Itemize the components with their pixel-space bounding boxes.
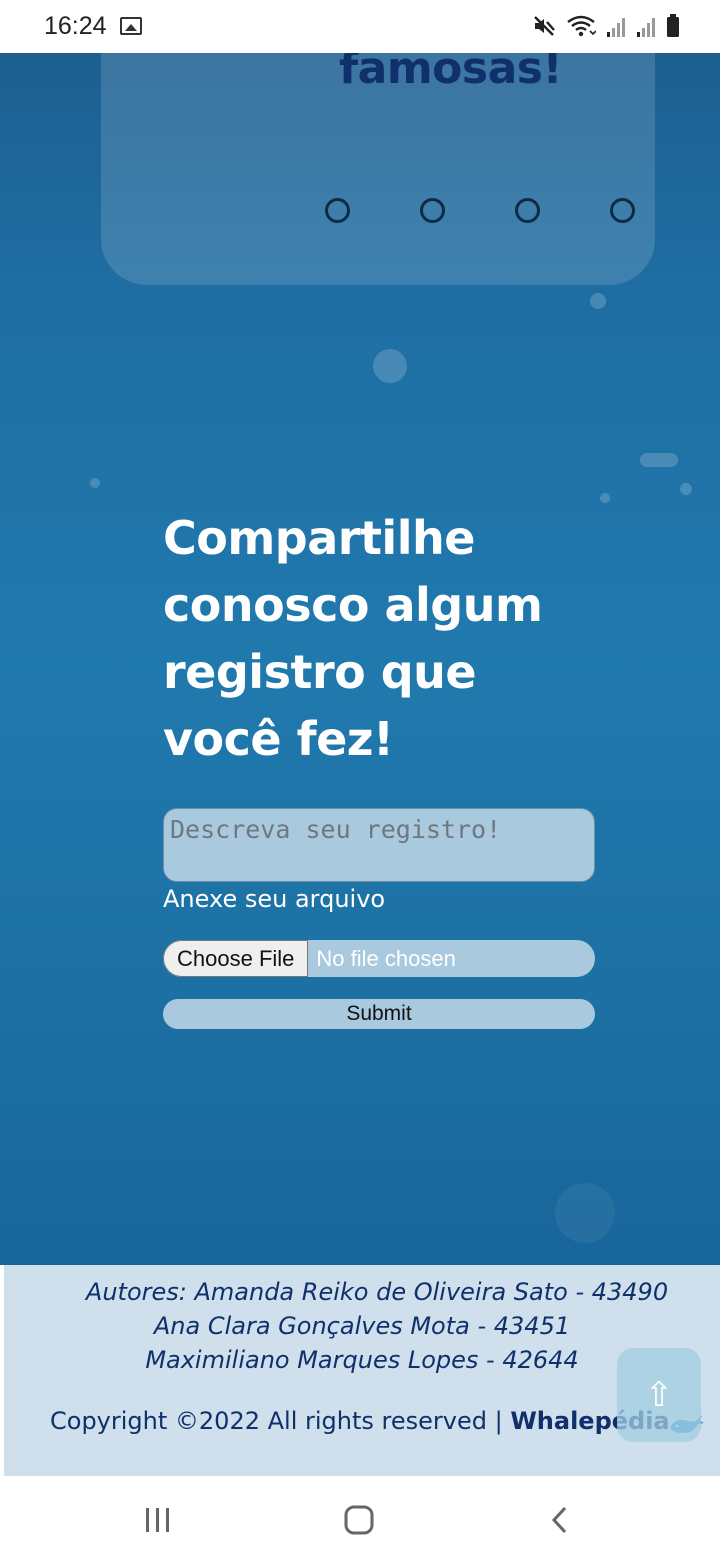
bubble-decoration <box>90 478 100 488</box>
description-textarea[interactable] <box>163 808 595 882</box>
wifi-icon <box>567 15 596 37</box>
copyright: Copyright ©2022 All rights reserved | Wh… <box>50 1407 670 1435</box>
status-bar: 16:24 <box>0 0 720 53</box>
signal-icon <box>607 18 625 37</box>
bubble-decoration <box>600 493 610 503</box>
share-heading-line: Compartilhe <box>163 511 475 565</box>
navigation-bar <box>0 1476 720 1560</box>
carousel-card: famosas! <box>101 53 655 285</box>
carousel-dot[interactable] <box>420 198 445 223</box>
share-heading-line: você fez! <box>163 712 394 766</box>
bubble-decoration <box>680 483 692 495</box>
choose-file-button[interactable]: Choose File <box>163 940 309 977</box>
bubble-decoration <box>555 1183 615 1243</box>
carousel-dot[interactable] <box>325 198 350 223</box>
arrow-up-icon: ⇧ <box>644 1375 674 1415</box>
battery-icon <box>667 14 679 37</box>
attach-file-label: Anexe seu arquivo <box>163 885 386 913</box>
carousel-title: famosas! <box>339 53 563 94</box>
bubble-decoration <box>590 293 606 309</box>
carousel-dots <box>325 198 635 223</box>
image-icon <box>120 17 142 35</box>
back-button[interactable] <box>535 1500 585 1540</box>
footer: Autores: Amanda Reiko de Oliveira Sato -… <box>4 1265 720 1476</box>
submit-button[interactable]: Submit <box>163 999 595 1029</box>
share-heading-line: conosco algum <box>163 578 543 632</box>
share-heading-line: registro que <box>163 645 477 699</box>
share-heading: Compartilhe conosco algum registro que v… <box>163 505 583 773</box>
back-to-top-button[interactable]: ⇧ <box>617 1348 701 1442</box>
status-icons <box>532 14 680 38</box>
copyright-text: Copyright ©2022 All rights reserved | <box>50 1407 511 1435</box>
mute-icon <box>534 16 555 36</box>
status-time: 16:24 <box>44 12 107 40</box>
author-line: Autores: Amanda Reiko de Oliveira Sato -… <box>85 1278 669 1306</box>
back-icon <box>551 1506 567 1534</box>
recent-apps-button[interactable] <box>133 1500 183 1540</box>
carousel-dot[interactable] <box>610 198 635 223</box>
file-status-text: No file chosen <box>316 945 456 971</box>
authors-block: Autores: Amanda Reiko de Oliveira Sato -… <box>4 1275 720 1377</box>
signal-icon <box>637 18 655 37</box>
author-line: Maximiliano Marques Lopes - 42644 <box>145 1346 579 1374</box>
bubble-decoration <box>640 453 678 467</box>
recent-apps-icon <box>146 1508 169 1532</box>
author-line: Ana Clara Gonçalves Mota - 43451 <box>153 1312 571 1340</box>
carousel-dot[interactable] <box>515 198 540 223</box>
home-button[interactable] <box>334 1500 384 1540</box>
file-input[interactable]: Choose File No file chosen <box>163 940 595 977</box>
bubble-decoration <box>373 349 407 383</box>
home-icon <box>344 1505 374 1535</box>
main-section: famosas! Compartilhe conosco algum regis… <box>0 53 720 1265</box>
